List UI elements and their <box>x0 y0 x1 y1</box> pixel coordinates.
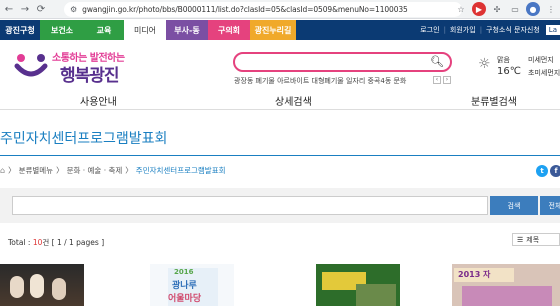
site-logo[interactable]: 소통하는 발전하는 행복광진 <box>14 48 134 86</box>
list-icon: ☰ <box>517 235 524 244</box>
breadcrumb: ⌂ 〉 분류별메뉴 〉 문화 · 예술 · 축제 〉 주민자치센터프로그램발표회 <box>0 165 226 176</box>
tab-dong[interactable]: 부사-동 <box>166 20 208 40</box>
tab-council[interactable]: 구의회 <box>208 20 250 40</box>
profile-icon[interactable]: ● <box>526 2 540 16</box>
logo-mark-icon <box>14 54 48 77</box>
back-icon[interactable]: ← <box>2 2 16 16</box>
extension-icon[interactable]: ▶ <box>472 2 486 16</box>
breadcrumb-current: 주민자치센터프로그램발표회 <box>135 166 226 175</box>
sort-dropdown[interactable]: ☰ 제목 <box>512 233 560 246</box>
tab-gwangjin[interactable]: 광진구청 <box>0 20 40 40</box>
ultrafine-dust-label: 초미세먼지 <box>528 69 560 77</box>
forward-icon[interactable]: → <box>18 2 32 16</box>
site-info-icon[interactable]: ⚙ <box>70 5 77 14</box>
sms-subscribe-link[interactable]: 구청소식 문자신청 <box>486 25 540 35</box>
facebook-icon[interactable]: f <box>550 165 560 177</box>
page-title: 주민자치센터프로그램발표회 <box>0 131 168 147</box>
home-icon[interactable]: ⌂ <box>0 166 5 175</box>
login-link[interactable]: 로그인 <box>420 25 439 35</box>
popular-keywords[interactable]: 광장동 폐기물 아르바이트 대형폐기물 일자리 중곡4동 문화 <box>234 76 406 86</box>
nav-detail-search[interactable]: 상세검색 <box>275 93 312 108</box>
url-text: gwangjin.go.kr/photo/bbs/B0000111/list.d… <box>82 5 408 14</box>
breadcrumb-item[interactable]: 분류별메뉴 <box>19 165 54 176</box>
logo-text: 행복광진 <box>60 66 120 86</box>
bookmark-icon[interactable]: ☆ <box>454 2 468 16</box>
signup-link[interactable]: 회원가입 <box>450 25 476 35</box>
reload-icon[interactable]: ⟳ <box>34 2 48 16</box>
keyword-prev-icon[interactable]: ‹ <box>433 76 441 84</box>
tab-media[interactable]: 미디어 <box>124 20 166 40</box>
nav-category-search[interactable]: 분류별검색 <box>471 93 517 108</box>
search-icon[interactable]: 🔍︎ <box>430 55 444 68</box>
sidepanel-icon[interactable]: ▭ <box>508 2 522 16</box>
breadcrumb-item[interactable]: 문화 · 예술 · 축제 <box>67 165 123 176</box>
sun-icon: ☼ <box>478 56 491 72</box>
dust-widget: 미세먼지 초미세먼지 <box>528 54 560 80</box>
show-all-button[interactable]: 전체 <box>540 196 560 215</box>
language-link[interactable]: La <box>545 25 560 35</box>
title-divider <box>0 155 560 156</box>
weather-widget: ☼ 맑음 16℃ <box>478 54 528 82</box>
total-count: Total : 10건 [ 1 / 1 pages ] <box>8 238 105 247</box>
tab-education[interactable]: 교육 <box>84 20 124 40</box>
photo-thumbnail[interactable]: 2013 자 <box>452 264 560 306</box>
photo-thumbnail[interactable] <box>0 264 84 306</box>
site-top-bar: 광진구청 보건소 교육 미디어 부사-동 구의회 광진누리길 로그인 | 회원가… <box>0 20 560 40</box>
thumbnail-caption: 어울마당 <box>168 294 202 304</box>
browser-toolbar: ← → ⟳ ⚙ gwangjin.go.kr/photo/bbs/B000011… <box>0 0 560 19</box>
thumbnail-caption: 2016 <box>174 268 194 276</box>
thumbnail-caption: 2013 자 <box>458 270 491 279</box>
search-button[interactable]: 검색 <box>490 196 538 215</box>
board-search-input[interactable] <box>12 196 488 215</box>
address-bar[interactable]: ⚙ gwangjin.go.kr/photo/bbs/B0000111/list… <box>64 2 462 17</box>
photo-thumbnail[interactable]: 2016 광나루 어울마당 <box>150 264 234 306</box>
board-search-panel: 검색 전체 <box>0 188 560 223</box>
keyword-next-icon[interactable]: › <box>443 76 451 84</box>
tab-health[interactable]: 보건소 <box>40 20 84 40</box>
weather-temp: 16℃ <box>497 66 521 77</box>
utility-links: 로그인 | 회원가입 | 구청소식 문자신청 La <box>420 20 560 40</box>
main-nav: 사용안내 상세검색 분류별검색 <box>0 90 560 110</box>
site-search-input[interactable]: 🔍︎ <box>233 52 452 72</box>
photo-thumbnail[interactable] <box>316 264 400 306</box>
menu-icon[interactable]: ⋮ <box>544 2 558 16</box>
total-number: 10 <box>32 238 43 247</box>
tab-trail[interactable]: 광진누리길 <box>250 20 296 40</box>
puzzle-icon[interactable]: ✣ <box>490 2 504 16</box>
weather-condition: 맑음 <box>497 56 510 64</box>
thumbnail-caption: 광나루 <box>172 281 197 291</box>
twitter-icon[interactable]: t <box>536 165 548 177</box>
nav-usage-guide[interactable]: 사용안내 <box>80 93 117 108</box>
fine-dust-label: 미세먼지 <box>528 56 554 64</box>
